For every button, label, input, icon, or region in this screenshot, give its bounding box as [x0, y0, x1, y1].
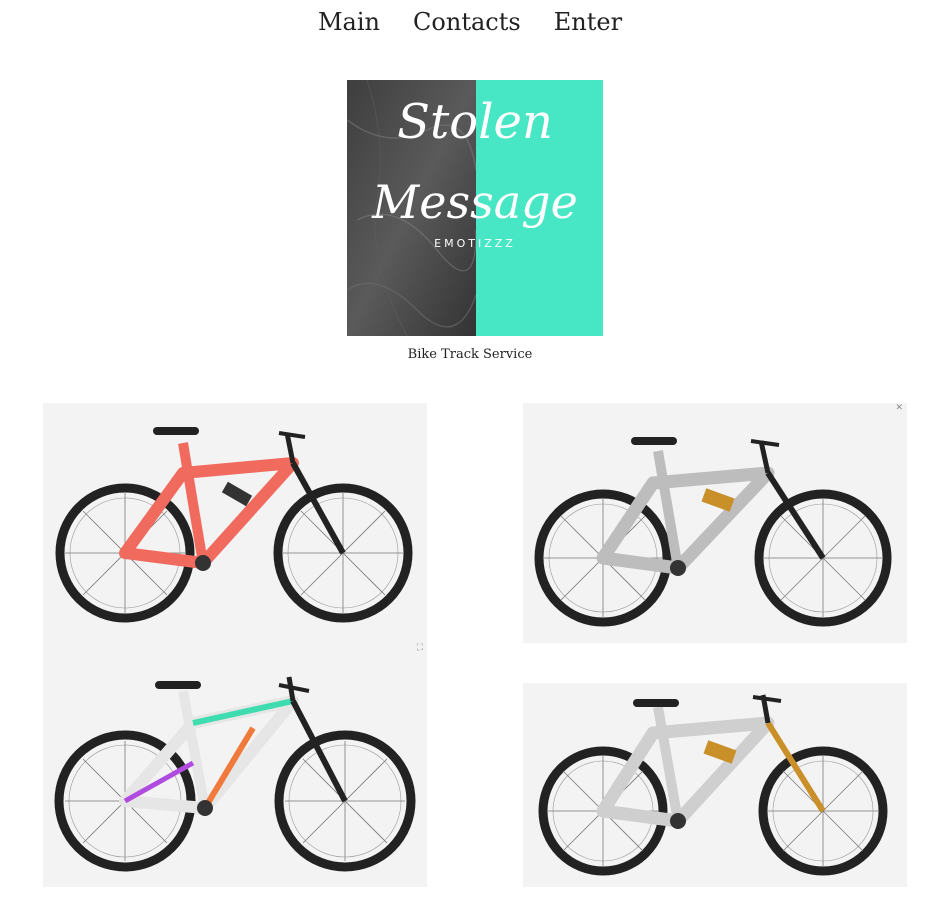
- nav-contacts-link[interactable]: Contacts: [413, 8, 521, 36]
- bike-image: [538, 694, 888, 876]
- nav-main-link[interactable]: Main: [318, 8, 380, 36]
- nav-enter-link[interactable]: Enter: [554, 8, 622, 36]
- bike-card[interactable]: [523, 683, 907, 887]
- logo-tagline: EMOTIZZZ: [434, 237, 516, 250]
- bike-image: [534, 437, 892, 627]
- close-icon[interactable]: ✕: [895, 403, 903, 413]
- logo-title-line1: Stolen: [397, 94, 553, 150]
- bike-card[interactable]: [43, 403, 427, 643]
- top-nav: Main Contacts Enter: [0, 8, 940, 36]
- bike-card[interactable]: ✕: [523, 403, 907, 643]
- logo-title-line2: Message: [371, 175, 578, 229]
- expand-icon[interactable]: ⛶: [417, 643, 423, 653]
- bike-card[interactable]: ⛶: [43, 643, 427, 887]
- site-caption: Bike Track Service: [407, 347, 533, 362]
- bike-image: [55, 427, 413, 623]
- site-logo[interactable]: Stolen Message EMOTIZZZ: [347, 80, 603, 336]
- bike-image: [54, 676, 416, 872]
